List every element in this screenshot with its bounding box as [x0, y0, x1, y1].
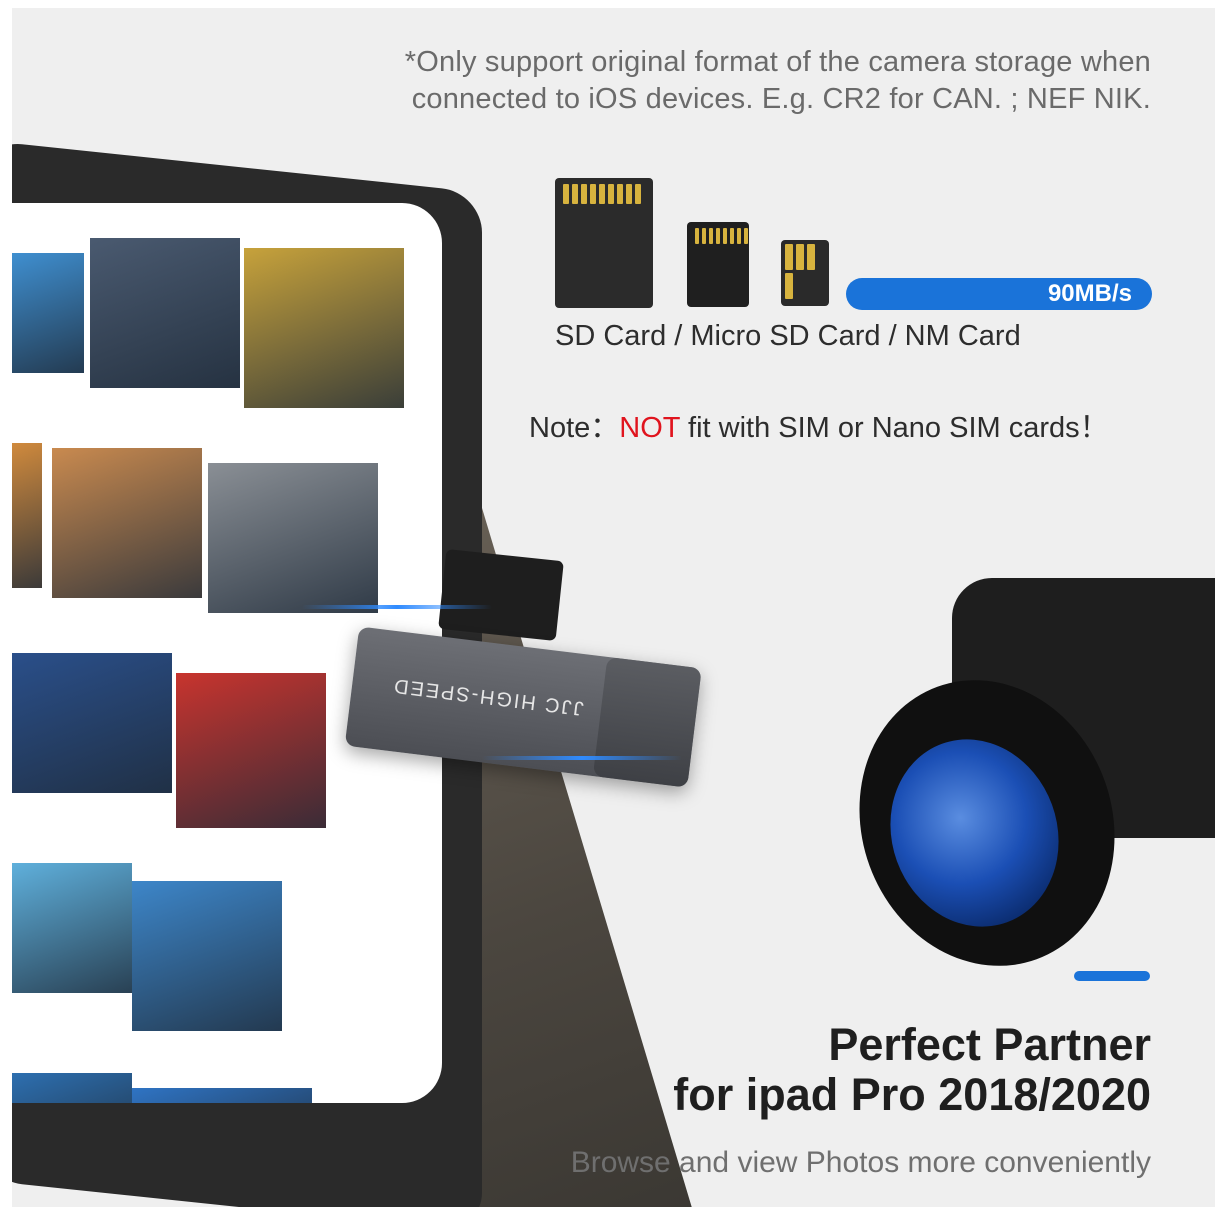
photo-sunset-flowers[interactable] [244, 248, 404, 408]
photo-partial-blue[interactable] [12, 1073, 132, 1103]
camera-illustration [819, 568, 1215, 1003]
speed-badge: 90MB/s [846, 278, 1152, 310]
inserted-sd-card-icon [438, 549, 564, 641]
photo-food-partial[interactable] [12, 443, 42, 588]
note-warning: NOT [619, 412, 680, 444]
sd-card-icon [555, 178, 653, 308]
photo-breakfast[interactable] [52, 448, 202, 598]
nm-card-icon [781, 240, 829, 306]
compatibility-footnote: *Only support original format of the cam… [291, 44, 1151, 118]
headline: Perfect Partner for ipad Pro 2018/2020 [673, 1020, 1151, 1120]
accent-dash [1074, 971, 1150, 981]
reader-connector-cap [592, 656, 702, 788]
photo-mountain-lake[interactable] [132, 881, 282, 1031]
footnote-line-2: connected to iOS devices. E.g. CR2 for C… [411, 83, 1151, 115]
headline-line-1: Perfect Partner [828, 1019, 1151, 1070]
photo-red-phonebooth[interactable] [176, 673, 326, 828]
product-banner: *Only support original format of the cam… [12, 8, 1215, 1207]
note-suffix: fit with SIM or Nano SIM cards！ [679, 412, 1109, 444]
photo-rocky-coast[interactable] [90, 238, 240, 388]
note-prefix: Note： [529, 412, 620, 444]
photo-sea-boat[interactable] [12, 253, 84, 373]
glow-bottom [482, 756, 682, 760]
reader-brand-label: JJC HIGH-SPEED [391, 674, 585, 720]
photo-partial-sky[interactable] [132, 1088, 312, 1103]
subheadline: Browse and view Photos more conveniently [570, 1146, 1151, 1179]
headline-line-2: for ipad Pro 2018/2020 [673, 1069, 1151, 1120]
footnote-line-1: *Only support original format of the cam… [404, 46, 1151, 78]
micro-sd-card-icon [687, 222, 749, 307]
photo-waterfall[interactable] [208, 463, 378, 613]
photo-city-night[interactable] [12, 653, 172, 793]
photo-beach[interactable] [12, 863, 132, 993]
glow-top [302, 605, 492, 609]
card-types-label: SD Card / Micro SD Card / NM Card [555, 320, 1021, 352]
compatibility-note: Note：NOT fit with SIM or Nano SIM cards！ [529, 404, 1109, 446]
